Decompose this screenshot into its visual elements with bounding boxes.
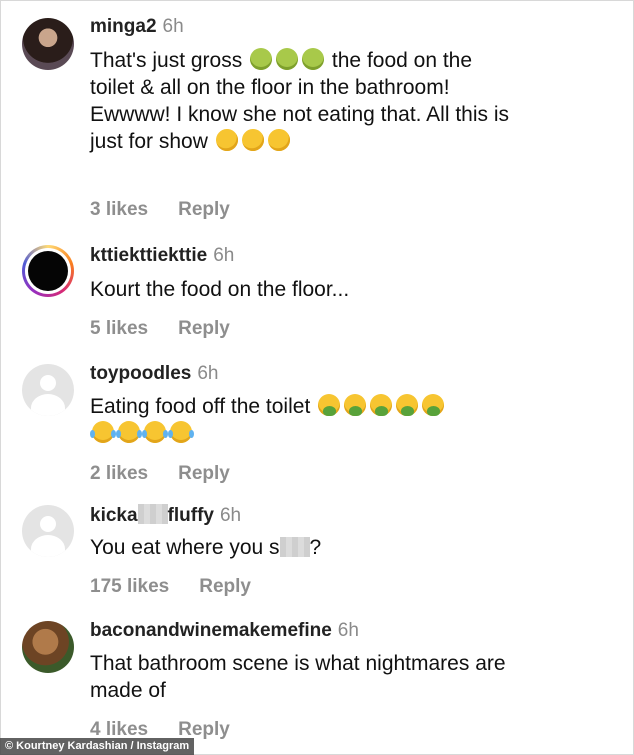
reply-button[interactable]: Reply (199, 576, 251, 597)
avatar[interactable] (22, 621, 74, 673)
nauseated-face-icon (276, 48, 299, 70)
comment-actions: 3 likes Reply (90, 199, 230, 221)
face-with-tears-of-joy-icon (116, 421, 142, 443)
comment-header: minga2 6h (90, 16, 184, 38)
face-with-tears-of-joy-icon (90, 421, 116, 443)
avatar[interactable] (22, 364, 74, 416)
censored-pixelation (137, 504, 168, 524)
likes-count[interactable]: 5 likes (90, 318, 148, 339)
username[interactable]: baconandwinemakemefine (90, 620, 332, 641)
rolling-on-floor-laughing-icon (264, 125, 294, 155)
timestamp: 6h (213, 245, 235, 266)
reply-button[interactable]: Reply (178, 719, 230, 740)
comment-actions: 175 likes Reply (90, 576, 251, 598)
reply-button[interactable]: Reply (178, 463, 230, 484)
avatar[interactable] (22, 505, 74, 557)
comment-text-part: That's just gross (90, 49, 243, 72)
comment-header: baconandwinemakemefine 6h (90, 620, 359, 642)
username[interactable]: toypoodles (90, 363, 191, 384)
timestamp: 6h (197, 363, 219, 384)
face-vomiting-icon (370, 394, 393, 416)
face-with-tears-of-joy-icon (142, 421, 168, 443)
comment-header: kicka fluffy 6h (90, 504, 241, 527)
username[interactable]: kicka fluffy (90, 504, 214, 526)
timestamp: 6h (337, 620, 359, 641)
likes-count[interactable]: 2 likes (90, 463, 148, 484)
reply-button[interactable]: Reply (178, 199, 230, 220)
face-vomiting-icon (318, 394, 341, 416)
nauseated-face-icon (250, 48, 273, 70)
comment-text: That bathroom scene is what nightmares a… (90, 652, 506, 702)
censored-pixelation (279, 537, 310, 557)
likes-count[interactable]: 175 likes (90, 576, 169, 597)
face-vomiting-icon (422, 394, 445, 416)
nauseated-face-icon (302, 48, 325, 70)
comment-text: That's just gross the food on the toilet… (90, 47, 520, 155)
rolling-on-floor-laughing-icon (238, 125, 268, 155)
comment-text-part: Eating food off the toilet (90, 395, 311, 418)
comment-text: Kourt the food on the floor... (90, 278, 350, 301)
comment-text: Eating food off the toilet (90, 393, 590, 447)
timestamp: 6h (162, 16, 184, 37)
default-avatar-icon (40, 516, 56, 532)
username[interactable]: minga2 (90, 16, 157, 37)
face-with-tears-of-joy-icon (168, 421, 194, 443)
face-vomiting-icon (344, 394, 367, 416)
photo-credit: © Kourtney Kardashian / Instagram (0, 738, 195, 755)
reply-button[interactable]: Reply (178, 318, 230, 339)
default-avatar-icon (40, 375, 56, 391)
comment-text: You eat where you s? (90, 536, 322, 559)
likes-count[interactable]: 4 likes (90, 719, 148, 740)
comment-actions: 5 likes Reply (90, 318, 230, 340)
comment-header: kttiekttiekttie 6h (90, 245, 234, 267)
face-vomiting-icon (396, 394, 419, 416)
likes-count[interactable]: 3 likes (90, 199, 148, 220)
avatar-image (28, 251, 68, 291)
username[interactable]: kttiekttiekttie (90, 245, 207, 266)
comment-actions: 2 likes Reply (90, 463, 230, 485)
rolling-on-floor-laughing-icon (212, 125, 242, 155)
avatar[interactable] (22, 245, 74, 297)
timestamp: 6h (219, 505, 242, 526)
avatar[interactable] (22, 18, 74, 70)
comment-header: toypoodles 6h (90, 363, 218, 385)
